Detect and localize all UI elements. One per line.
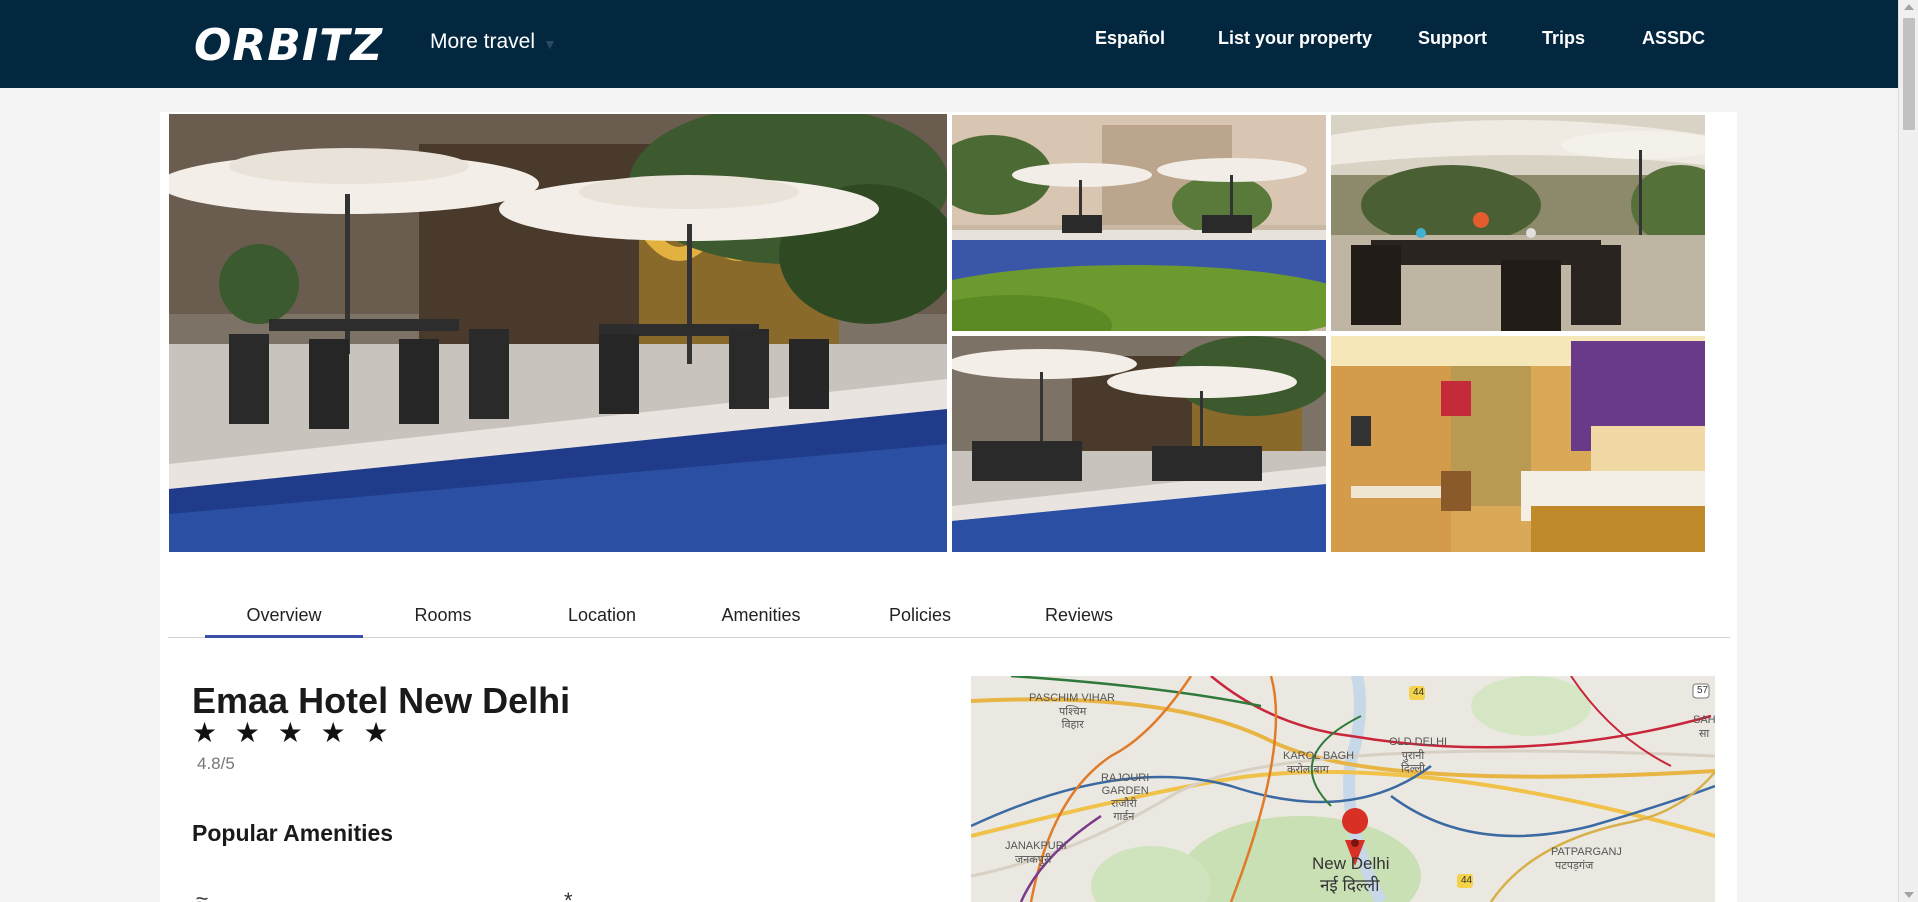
map-label-karol-bagh: KAROL BAGH bbox=[1283, 750, 1355, 762]
nav-trips[interactable]: Trips bbox=[1542, 28, 1585, 49]
map-label-sa: सा bbox=[1699, 728, 1710, 740]
map-road-57: 57 bbox=[1697, 685, 1709, 696]
map-road-44-top: 44 bbox=[1413, 687, 1425, 698]
popular-amenities-title: Popular Amenities bbox=[192, 820, 394, 846]
pool-icon: ≈ bbox=[196, 888, 209, 902]
nav-account[interactable]: ASSDC bbox=[1642, 28, 1705, 49]
site-header: ORBITZ More travel ▼ Español List your p… bbox=[0, 0, 1898, 88]
nav-list-property[interactable]: List your property bbox=[1218, 28, 1372, 49]
map-label-old-delhi: OLD DELHI bbox=[1389, 736, 1448, 748]
more-travel-label: More travel bbox=[430, 30, 536, 53]
tab-location[interactable]: Location bbox=[523, 580, 681, 638]
scroll-up-arrow-icon[interactable] bbox=[1904, 4, 1914, 10]
guest-rating: 4.8/5 bbox=[197, 754, 235, 773]
scroll-down-arrow-icon[interactable] bbox=[1904, 892, 1914, 898]
gallery-photo-main[interactable] bbox=[169, 114, 947, 552]
map-label-patparganj: PATPARGANJ bbox=[1551, 846, 1622, 858]
nav-language[interactable]: Español bbox=[1095, 28, 1165, 49]
more-travel-menu[interactable]: More travel ▼ bbox=[430, 30, 557, 54]
orbitz-logo[interactable]: ORBITZ bbox=[192, 20, 402, 66]
map-label-paschim-vihar: PASCHIM VIHAR bbox=[1029, 692, 1115, 704]
map-label-janakpuri: JANAKPURI bbox=[1005, 840, 1067, 852]
map-road-44-bottom: 44 bbox=[1461, 875, 1473, 886]
gallery-photo-3[interactable] bbox=[1331, 115, 1705, 331]
tab-policies[interactable]: Policies bbox=[841, 580, 999, 638]
map-label-janakpuri-hi: जनकपुरी bbox=[1015, 854, 1052, 866]
svg-text:ORBITZ: ORBITZ bbox=[194, 20, 383, 66]
map-label-patparganj-hi: पटपड़गंज bbox=[1555, 860, 1594, 872]
gallery-photo-5[interactable] bbox=[1331, 336, 1705, 552]
spa-icon: * bbox=[564, 888, 573, 902]
gallery-photo-2[interactable] bbox=[952, 115, 1326, 331]
map-city-new-delhi: New Delhi bbox=[1312, 854, 1390, 873]
star-rating: ★ ★ ★ ★ ★ bbox=[192, 717, 394, 748]
map-label-rajouri: RAJOURI GARDEN bbox=[1101, 772, 1150, 797]
tab-overview[interactable]: Overview bbox=[205, 580, 363, 638]
location-map[interactable]: PASCHIM VIHAR पश्चिम विहार KAROL BAGH कर… bbox=[971, 676, 1715, 902]
map-label-old-delhi-hi: पुरानी दिल्ली bbox=[1401, 750, 1425, 775]
page-scrollbar[interactable] bbox=[1898, 0, 1918, 902]
gallery-photo-4[interactable] bbox=[952, 336, 1326, 552]
map-city-new-delhi-hi: नई दिल्ली bbox=[1320, 876, 1380, 895]
scrollbar-thumb[interactable] bbox=[1903, 18, 1915, 130]
map-label-sah: SAH bbox=[1693, 714, 1715, 726]
tab-amenities[interactable]: Amenities bbox=[682, 580, 840, 638]
map-label-rajouri-hi: राजौरी गार्डन bbox=[1111, 798, 1137, 823]
property-tabs: Overview Rooms Location Amenities Polici… bbox=[168, 580, 1730, 638]
map-label-karol-bagh-hi: करोल बाग bbox=[1287, 764, 1329, 776]
tab-reviews[interactable]: Reviews bbox=[1000, 580, 1158, 638]
map-label-paschim-vihar-hi: पश्चिम विहार bbox=[1059, 706, 1087, 731]
hotel-content-card: Overview Rooms Location Amenities Polici… bbox=[160, 112, 1737, 902]
tab-rooms[interactable]: Rooms bbox=[364, 580, 522, 638]
chevron-down-icon: ▼ bbox=[543, 36, 557, 52]
nav-support[interactable]: Support bbox=[1418, 28, 1487, 49]
